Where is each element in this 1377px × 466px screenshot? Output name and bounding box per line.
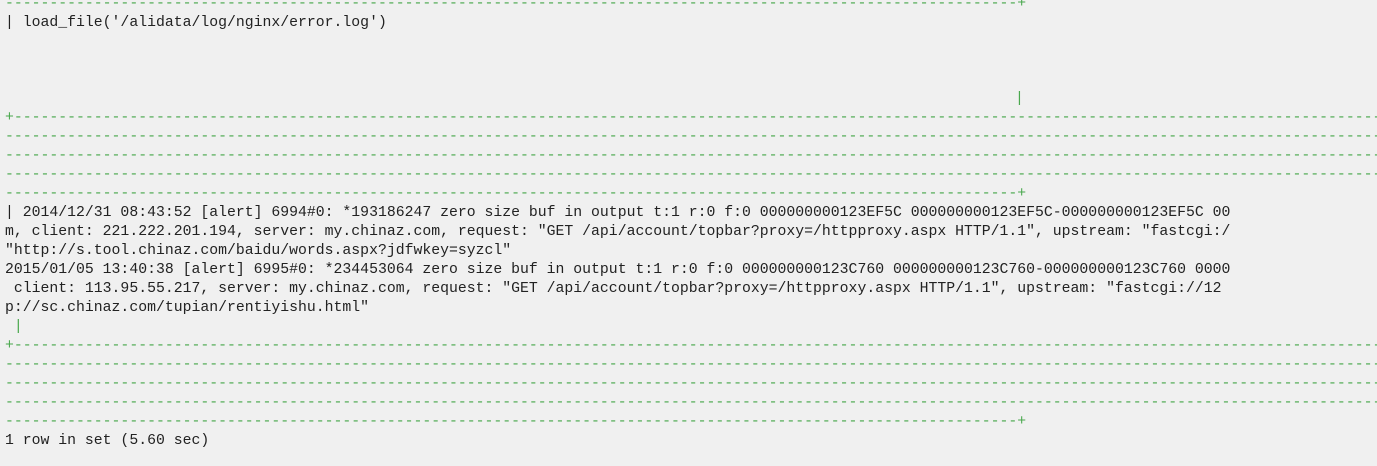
log-line: 2015/01/05 13:40:38 [alert] 6995#0: *234… bbox=[5, 262, 1231, 278]
table-border-separator: ----------------------------------------… bbox=[5, 376, 1377, 392]
table-border-separator: +---------------------------------------… bbox=[5, 338, 1377, 354]
table-border-bottom: ----------------------------------------… bbox=[5, 414, 1027, 430]
table-border-separator: +---------------------------------------… bbox=[5, 110, 1377, 126]
column-right-border: | bbox=[1015, 91, 1024, 107]
log-line: m, client: 221.222.201.194, server: my.c… bbox=[5, 224, 1231, 240]
table-border-separator: ----------------------------------------… bbox=[5, 129, 1377, 145]
table-border-separator: ----------------------------------------… bbox=[5, 148, 1377, 164]
log-line: p://sc.chinaz.com/tupian/rentiyishu.html… bbox=[5, 300, 370, 316]
table-border-separator: ----------------------------------------… bbox=[5, 186, 1027, 202]
cell-left-border: | bbox=[5, 319, 23, 335]
table-border-separator: ----------------------------------------… bbox=[5, 395, 1377, 411]
table-border-top: ----------------------------------------… bbox=[5, 0, 1027, 12]
log-line: "http://s.tool.chinaz.com/baidu/words.as… bbox=[5, 243, 512, 259]
log-line: | 2014/12/31 08:43:52 [alert] 6994#0: *1… bbox=[5, 205, 1231, 221]
table-border-separator: ----------------------------------------… bbox=[5, 357, 1377, 373]
log-line: client: 113.95.55.217, server: my.chinaz… bbox=[5, 281, 1222, 297]
column-header-cell: | load_file('/alidata/log/nginx/error.lo… bbox=[5, 15, 387, 31]
terminal-window[interactable]: ----------------------------------------… bbox=[0, 0, 1377, 466]
result-summary: 1 row in set (5.60 sec) bbox=[5, 433, 210, 449]
table-border-separator: ----------------------------------------… bbox=[5, 167, 1377, 183]
